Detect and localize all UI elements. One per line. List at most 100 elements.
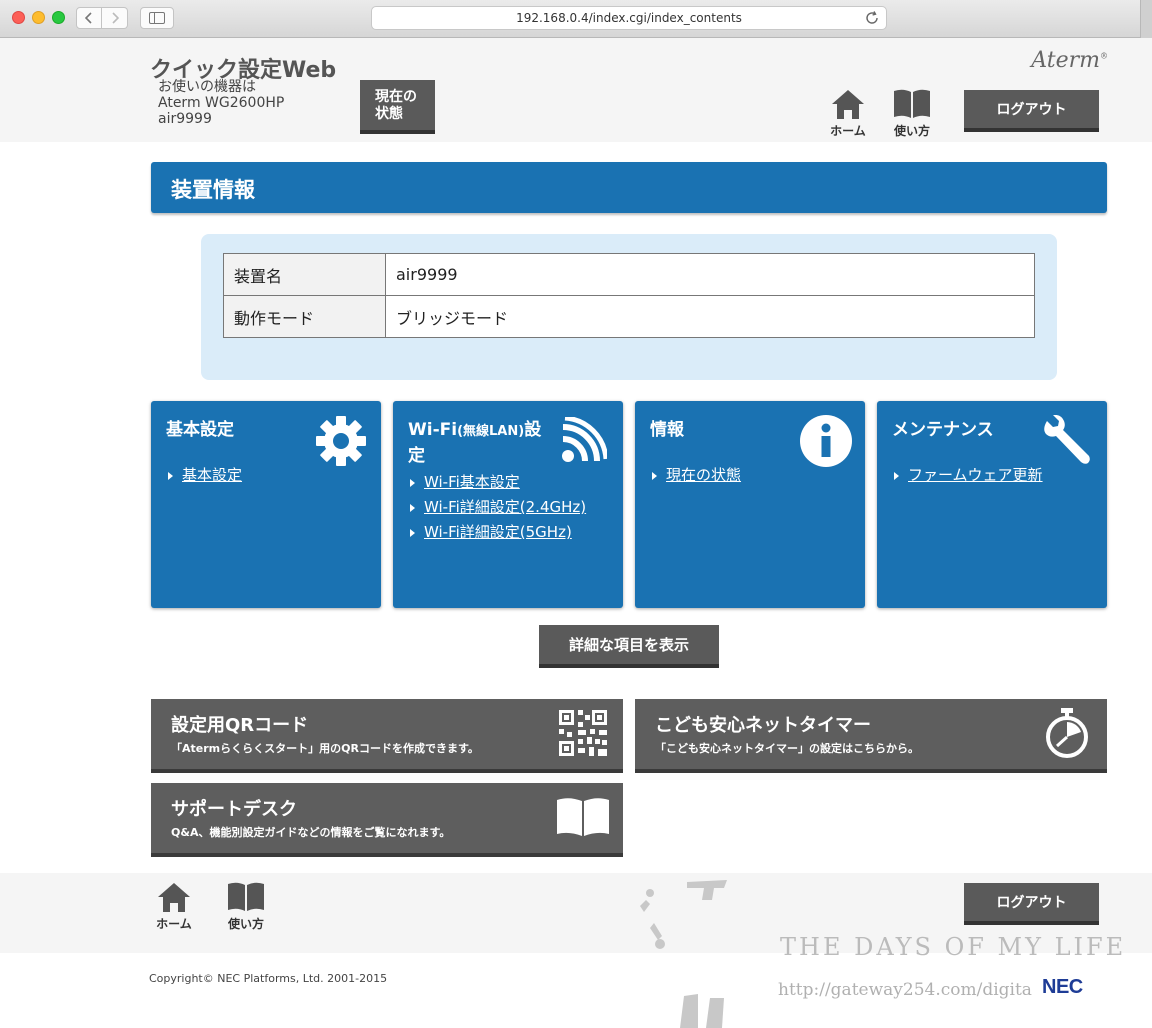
current-status-link[interactable]: 現在の状態 — [666, 463, 741, 488]
device-label: お使いの機器は — [158, 79, 256, 95]
wifi-settings-tile: Wi-Fi(無線LAN)設 定 Wi-Fi基本設定 Wi-Fi詳細設定(2.4G… — [393, 401, 623, 608]
list-item[interactable]: Wi-Fi詳細設定(5GHz) — [410, 520, 586, 545]
aterm-logo: Aterm® — [1031, 48, 1108, 73]
book-icon — [557, 798, 609, 836]
book-icon — [228, 882, 264, 911]
maintenance-links: ファームウェア更新 — [894, 463, 1043, 488]
back-button[interactable] — [76, 7, 102, 29]
support-tile-title: サポートデスク — [171, 799, 297, 820]
watermark-figure — [640, 880, 727, 1028]
home-label: ホーム — [830, 124, 866, 138]
device-info-table: 装置名 air9999 動作モード ブリッジモード — [223, 253, 1035, 338]
toolbar-edge — [1140, 0, 1152, 38]
qr-tile-desc: 「Atermらくらくスタート」用のQRコードを作成できます。 — [171, 742, 479, 755]
wrench-icon — [1044, 415, 1090, 464]
operation-mode-key: 動作モード — [223, 295, 386, 338]
chevron-right-icon — [111, 12, 119, 24]
info-icon — [800, 415, 852, 467]
home-icon — [832, 90, 864, 119]
list-item[interactable]: 現在の状態 — [652, 463, 741, 488]
page-header: クイック設定Web お使いの機器は Aterm WG2600HP air9999… — [0, 38, 1152, 142]
nec-logo: NEC — [1042, 976, 1083, 998]
qr-code-icon — [559, 710, 607, 756]
timer-tile-title: こども安心ネットタイマー — [655, 715, 871, 736]
brand-text: Aterm — [1031, 48, 1100, 73]
header-guide-link[interactable]: 使い方 — [890, 88, 934, 139]
wifi-settings-links: Wi-Fi基本設定 Wi-Fi詳細設定(2.4GHz) Wi-Fi詳細設定(5G… — [410, 470, 586, 545]
address-bar[interactable]: 192.168.0.4/index.cgi/index_contents — [371, 6, 887, 30]
support-tile-desc: Q&A、機能別設定ガイドなどの情報をご覧になれます。 — [171, 826, 451, 839]
arrow-right-icon — [652, 471, 657, 480]
wifi-detail-5-link[interactable]: Wi-Fi詳細設定(5GHz) — [424, 520, 572, 545]
list-item[interactable]: Wi-Fi基本設定 — [410, 470, 586, 495]
reload-icon[interactable] — [864, 10, 880, 26]
window-zoom-button[interactable] — [52, 11, 65, 24]
guide-label: 使い方 — [227, 917, 264, 931]
chevron-left-icon — [85, 12, 92, 24]
list-item[interactable]: ファームウェア更新 — [894, 463, 1043, 488]
device-info-panel: 装置名 air9999 動作モード ブリッジモード — [201, 234, 1057, 380]
browser-toolbar: 192.168.0.4/index.cgi/index_contents — [0, 0, 1152, 38]
sidebar-toggle-button[interactable] — [140, 7, 174, 29]
logout-button[interactable]: ログアウト — [964, 90, 1099, 132]
list-item[interactable]: 基本設定 — [168, 463, 242, 488]
gear-icon — [316, 416, 366, 466]
qr-tile-title: 設定用QRコード — [171, 715, 309, 736]
window-close-button[interactable] — [12, 11, 25, 24]
footer-guide-link[interactable]: 使い方 — [224, 881, 268, 932]
forward-button[interactable] — [102, 7, 128, 29]
device-name-value: air9999 — [385, 253, 1035, 296]
table-row: 装置名 air9999 — [223, 253, 1035, 296]
book-icon — [894, 89, 930, 118]
watermark-title: THE DAYS OF MY LIFE — [780, 933, 1127, 961]
arrow-right-icon — [410, 478, 415, 487]
tile-title: Wi-Fi(無線LAN)設 定 — [408, 418, 541, 468]
home-icon — [158, 883, 190, 912]
table-row: 動作モード ブリッジモード — [223, 295, 1035, 338]
status-button-line2: 状態 — [375, 106, 403, 122]
tile-title: 情報 — [650, 420, 684, 440]
basic-settings-tile: 基本設定 基本設定 — [151, 401, 381, 608]
device-name: air9999 — [158, 111, 212, 127]
status-button-line1: 現在の — [375, 89, 417, 105]
arrow-right-icon — [410, 528, 415, 537]
wifi-icon — [562, 417, 607, 462]
header-home-link[interactable]: ホーム — [828, 88, 868, 139]
section-title: 装置情報 — [151, 162, 1107, 213]
list-item[interactable]: Wi-Fi詳細設定(2.4GHz) — [410, 495, 586, 520]
device-model: Aterm WG2600HP — [158, 95, 285, 111]
url-text: 192.168.0.4/index.cgi/index_contents — [516, 11, 742, 25]
footer-logout-button[interactable]: ログアウト — [964, 883, 1099, 925]
tile-title: メンテナンス — [892, 420, 994, 440]
current-status-button[interactable]: 現在の 状態 — [360, 80, 435, 134]
net-timer-tile[interactable]: こども安心ネットタイマー 「こども安心ネットタイマー」の設定はこちらから。 — [635, 699, 1107, 773]
basic-settings-links: 基本設定 — [168, 463, 242, 488]
tile-title: 基本設定 — [166, 420, 234, 440]
guide-label: 使い方 — [893, 124, 930, 138]
watermark-url: http://gateway254.com/digita — [778, 980, 1032, 1000]
wifi-title-rest: 設 — [524, 420, 542, 440]
show-details-button[interactable]: 詳細な項目を表示 — [539, 625, 719, 668]
info-links: 現在の状態 — [652, 463, 741, 488]
footer-home-link[interactable]: ホーム — [154, 881, 194, 932]
wifi-detail-24-link[interactable]: Wi-Fi詳細設定(2.4GHz) — [424, 495, 586, 520]
sidebar-icon — [149, 12, 165, 24]
window-minimize-button[interactable] — [32, 11, 45, 24]
copyright-text: Copyright© NEC Platforms, Ltd. 2001-2015 — [149, 972, 388, 985]
maintenance-tile: メンテナンス ファームウェア更新 — [877, 401, 1107, 608]
wifi-title-main: Wi-Fi — [408, 420, 458, 440]
arrow-right-icon — [894, 471, 899, 480]
operation-mode-value: ブリッジモード — [385, 295, 1035, 338]
info-tile: 情報 現在の状態 — [635, 401, 865, 608]
firmware-update-link[interactable]: ファームウェア更新 — [908, 463, 1043, 488]
home-label: ホーム — [156, 917, 192, 931]
support-desk-tile[interactable]: サポートデスク Q&A、機能別設定ガイドなどの情報をご覧になれます。 — [151, 783, 623, 857]
basic-settings-link[interactable]: 基本設定 — [182, 463, 242, 488]
device-name-key: 装置名 — [223, 253, 386, 296]
arrow-right-icon — [168, 471, 173, 480]
wifi-title-line2: 定 — [408, 446, 425, 466]
timer-tile-desc: 「こども安心ネットタイマー」の設定はこちらから。 — [655, 742, 919, 755]
qr-code-tile[interactable]: 設定用QRコード 「Atermらくらくスタート」用のQRコードを作成できます。 — [151, 699, 623, 773]
stopwatch-icon — [1046, 708, 1088, 758]
wifi-basic-link[interactable]: Wi-Fi基本設定 — [424, 470, 520, 495]
